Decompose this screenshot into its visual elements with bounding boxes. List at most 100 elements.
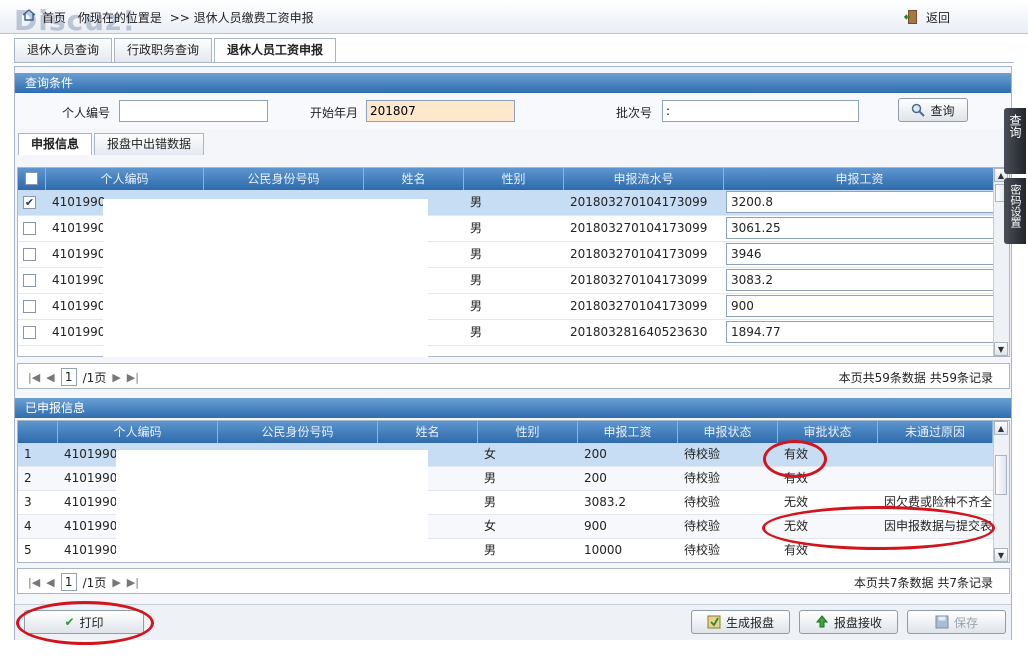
tab-retiree-query[interactable]: 退休人员查询 (14, 38, 113, 62)
col-name[interactable]: 姓名 (364, 168, 464, 190)
cell-gender: 男 (470, 325, 483, 339)
batch-input[interactable] (662, 100, 859, 122)
exit-door-icon (904, 10, 917, 24)
select-all-checkbox[interactable] (25, 172, 38, 185)
save-label: 保存 (953, 615, 978, 630)
col-salary[interactable]: 申报工资 (724, 168, 996, 190)
back-label: 返回 (926, 10, 951, 25)
receive-button[interactable]: 报盘接收 (799, 610, 898, 634)
row-checkbox[interactable] (23, 248, 36, 261)
salary-input[interactable]: 1894.77 (726, 321, 994, 343)
col-person-id[interactable]: 个人编码 (58, 421, 218, 443)
page-input[interactable]: 1 (60, 573, 77, 591)
next-page-icon[interactable]: ▶ (112, 371, 120, 384)
scroll-thumb[interactable] (995, 455, 1007, 495)
cell-salary: 900 (584, 519, 607, 533)
col-id-number[interactable]: 公民身份号码 (204, 168, 364, 190)
save-button[interactable]: 保存 (907, 610, 1006, 634)
col-id-number[interactable]: 公民身份号码 (218, 421, 378, 443)
col-gender[interactable]: 性别 (478, 421, 578, 443)
cell-salary[interactable]: 1894.77 (724, 320, 996, 345)
salary-input[interactable]: 3946 (726, 243, 994, 265)
redacted-area (103, 199, 428, 357)
cb-cell[interactable] (18, 294, 46, 319)
cell-serial: 201803270104173099 (570, 247, 708, 261)
cell-reject-reason (878, 443, 993, 466)
cell-salary[interactable]: 900 (724, 294, 996, 319)
salary-input[interactable]: 3061.25 (726, 217, 994, 239)
cell-salary[interactable]: 3061.25 (724, 216, 996, 241)
col-declare-status[interactable]: 申报状态 (678, 421, 778, 443)
side-tab-password-label: 密码设置 (1009, 184, 1022, 228)
row-checkbox[interactable] (23, 300, 36, 313)
breadcrumb-home[interactable]: 首页 (42, 11, 66, 25)
cell-reject-reason (878, 467, 993, 490)
scroll-down-icon[interactable]: ▼ (994, 548, 1008, 562)
search-button[interactable]: 查询 (898, 98, 968, 122)
cell-salary[interactable]: 3946 (724, 242, 996, 267)
scroll-down-icon[interactable]: ▼ (994, 342, 1008, 356)
cell-serial: 201803270104173099 (570, 299, 708, 313)
breadcrumb: 首页 你现在的位置是 >> 退休人员缴费工资申报 (42, 9, 314, 26)
col-person-id[interactable]: 个人编码 (46, 168, 204, 190)
cell-row-number: 3 (24, 495, 32, 509)
submitted-scrollbar[interactable]: ▲ ▼ (993, 421, 1009, 562)
generate-button[interactable]: 生成报盘 (691, 610, 790, 634)
total-pages: /1页 (82, 575, 107, 590)
next-page-icon[interactable]: ▶ (112, 576, 120, 589)
submitted-grid-header: 个人编码 公民身份号码 姓名 性别 申报工资 申报状态 审批状态 未通过原因 (18, 421, 1009, 443)
tab-position-query[interactable]: 行政职务查询 (114, 38, 213, 62)
subtab-declare-info[interactable]: 申报信息 (18, 133, 93, 155)
start-month-input[interactable] (366, 100, 515, 122)
tab-salary-declare[interactable]: 退休人员工资申报 (214, 38, 337, 63)
page-input[interactable]: 1 (60, 368, 77, 386)
select-all-cell[interactable] (18, 168, 46, 190)
col-reject-reason[interactable]: 未通过原因 (878, 421, 993, 443)
cell-salary[interactable]: 3200.8 (724, 190, 996, 215)
home-icon[interactable] (22, 9, 36, 21)
cb-cell[interactable] (18, 268, 46, 293)
cell-salary: 200 (584, 447, 607, 461)
cell-approval-status: 无效 (784, 519, 809, 533)
cb-cell[interactable]: ✔ (18, 190, 46, 215)
col-salary[interactable]: 申报工资 (578, 421, 678, 443)
cell-gender: 男 (484, 471, 497, 485)
last-page-icon[interactable]: ▶| (127, 576, 139, 589)
col-name[interactable]: 姓名 (378, 421, 478, 443)
col-approval-status[interactable]: 审批状态 (778, 421, 878, 443)
back-button[interactable]: 返回 (904, 7, 950, 27)
cell-salary: 200 (584, 471, 607, 485)
row-checkbox[interactable] (23, 274, 36, 287)
cell-gender: 男 (484, 543, 497, 557)
row-checkbox[interactable] (23, 326, 36, 339)
row-checkbox[interactable] (23, 222, 36, 235)
row-checkbox[interactable]: ✔ (23, 196, 36, 209)
col-serial[interactable]: 申报流水号 (564, 168, 724, 190)
subtab-error-data[interactable]: 报盘中出错数据 (94, 133, 205, 155)
submitted-pager: |◀ ◀ 1 /1页 ▶ ▶| 本页共7条数据 共7条记录 (17, 568, 1010, 594)
salary-input[interactable]: 3200.8 (726, 191, 994, 213)
first-page-icon[interactable]: |◀ (28, 371, 40, 384)
side-tab-password[interactable]: 密码设置 (1004, 178, 1026, 244)
cell-salary[interactable]: 3083.2 (724, 268, 996, 293)
first-page-icon[interactable]: |◀ (28, 576, 40, 589)
cell-gender: 男 (470, 195, 483, 209)
prev-page-icon[interactable]: ◀ (46, 576, 54, 589)
cell-gender: 男 (470, 299, 483, 313)
salary-input[interactable]: 3083.2 (726, 269, 994, 291)
submitted-section: 已申报信息 (15, 398, 1011, 418)
side-tab-query[interactable]: 查询 (1004, 108, 1026, 174)
last-page-icon[interactable]: ▶| (127, 371, 139, 384)
cb-cell[interactable] (18, 242, 46, 267)
cb-cell[interactable] (18, 320, 46, 345)
scroll-up-icon[interactable]: ▲ (994, 421, 1008, 435)
salary-input[interactable]: 900 (726, 295, 994, 317)
query-title: 查询条件 (15, 73, 1011, 93)
tab-divider (14, 62, 1014, 63)
prev-page-icon[interactable]: ◀ (46, 371, 54, 384)
print-button[interactable]: ✔ 打印 (24, 610, 144, 634)
col-gender[interactable]: 性别 (464, 168, 564, 190)
person-id-input[interactable] (119, 100, 268, 122)
cb-cell[interactable] (18, 216, 46, 241)
cell-declare-status: 待校验 (684, 471, 721, 485)
